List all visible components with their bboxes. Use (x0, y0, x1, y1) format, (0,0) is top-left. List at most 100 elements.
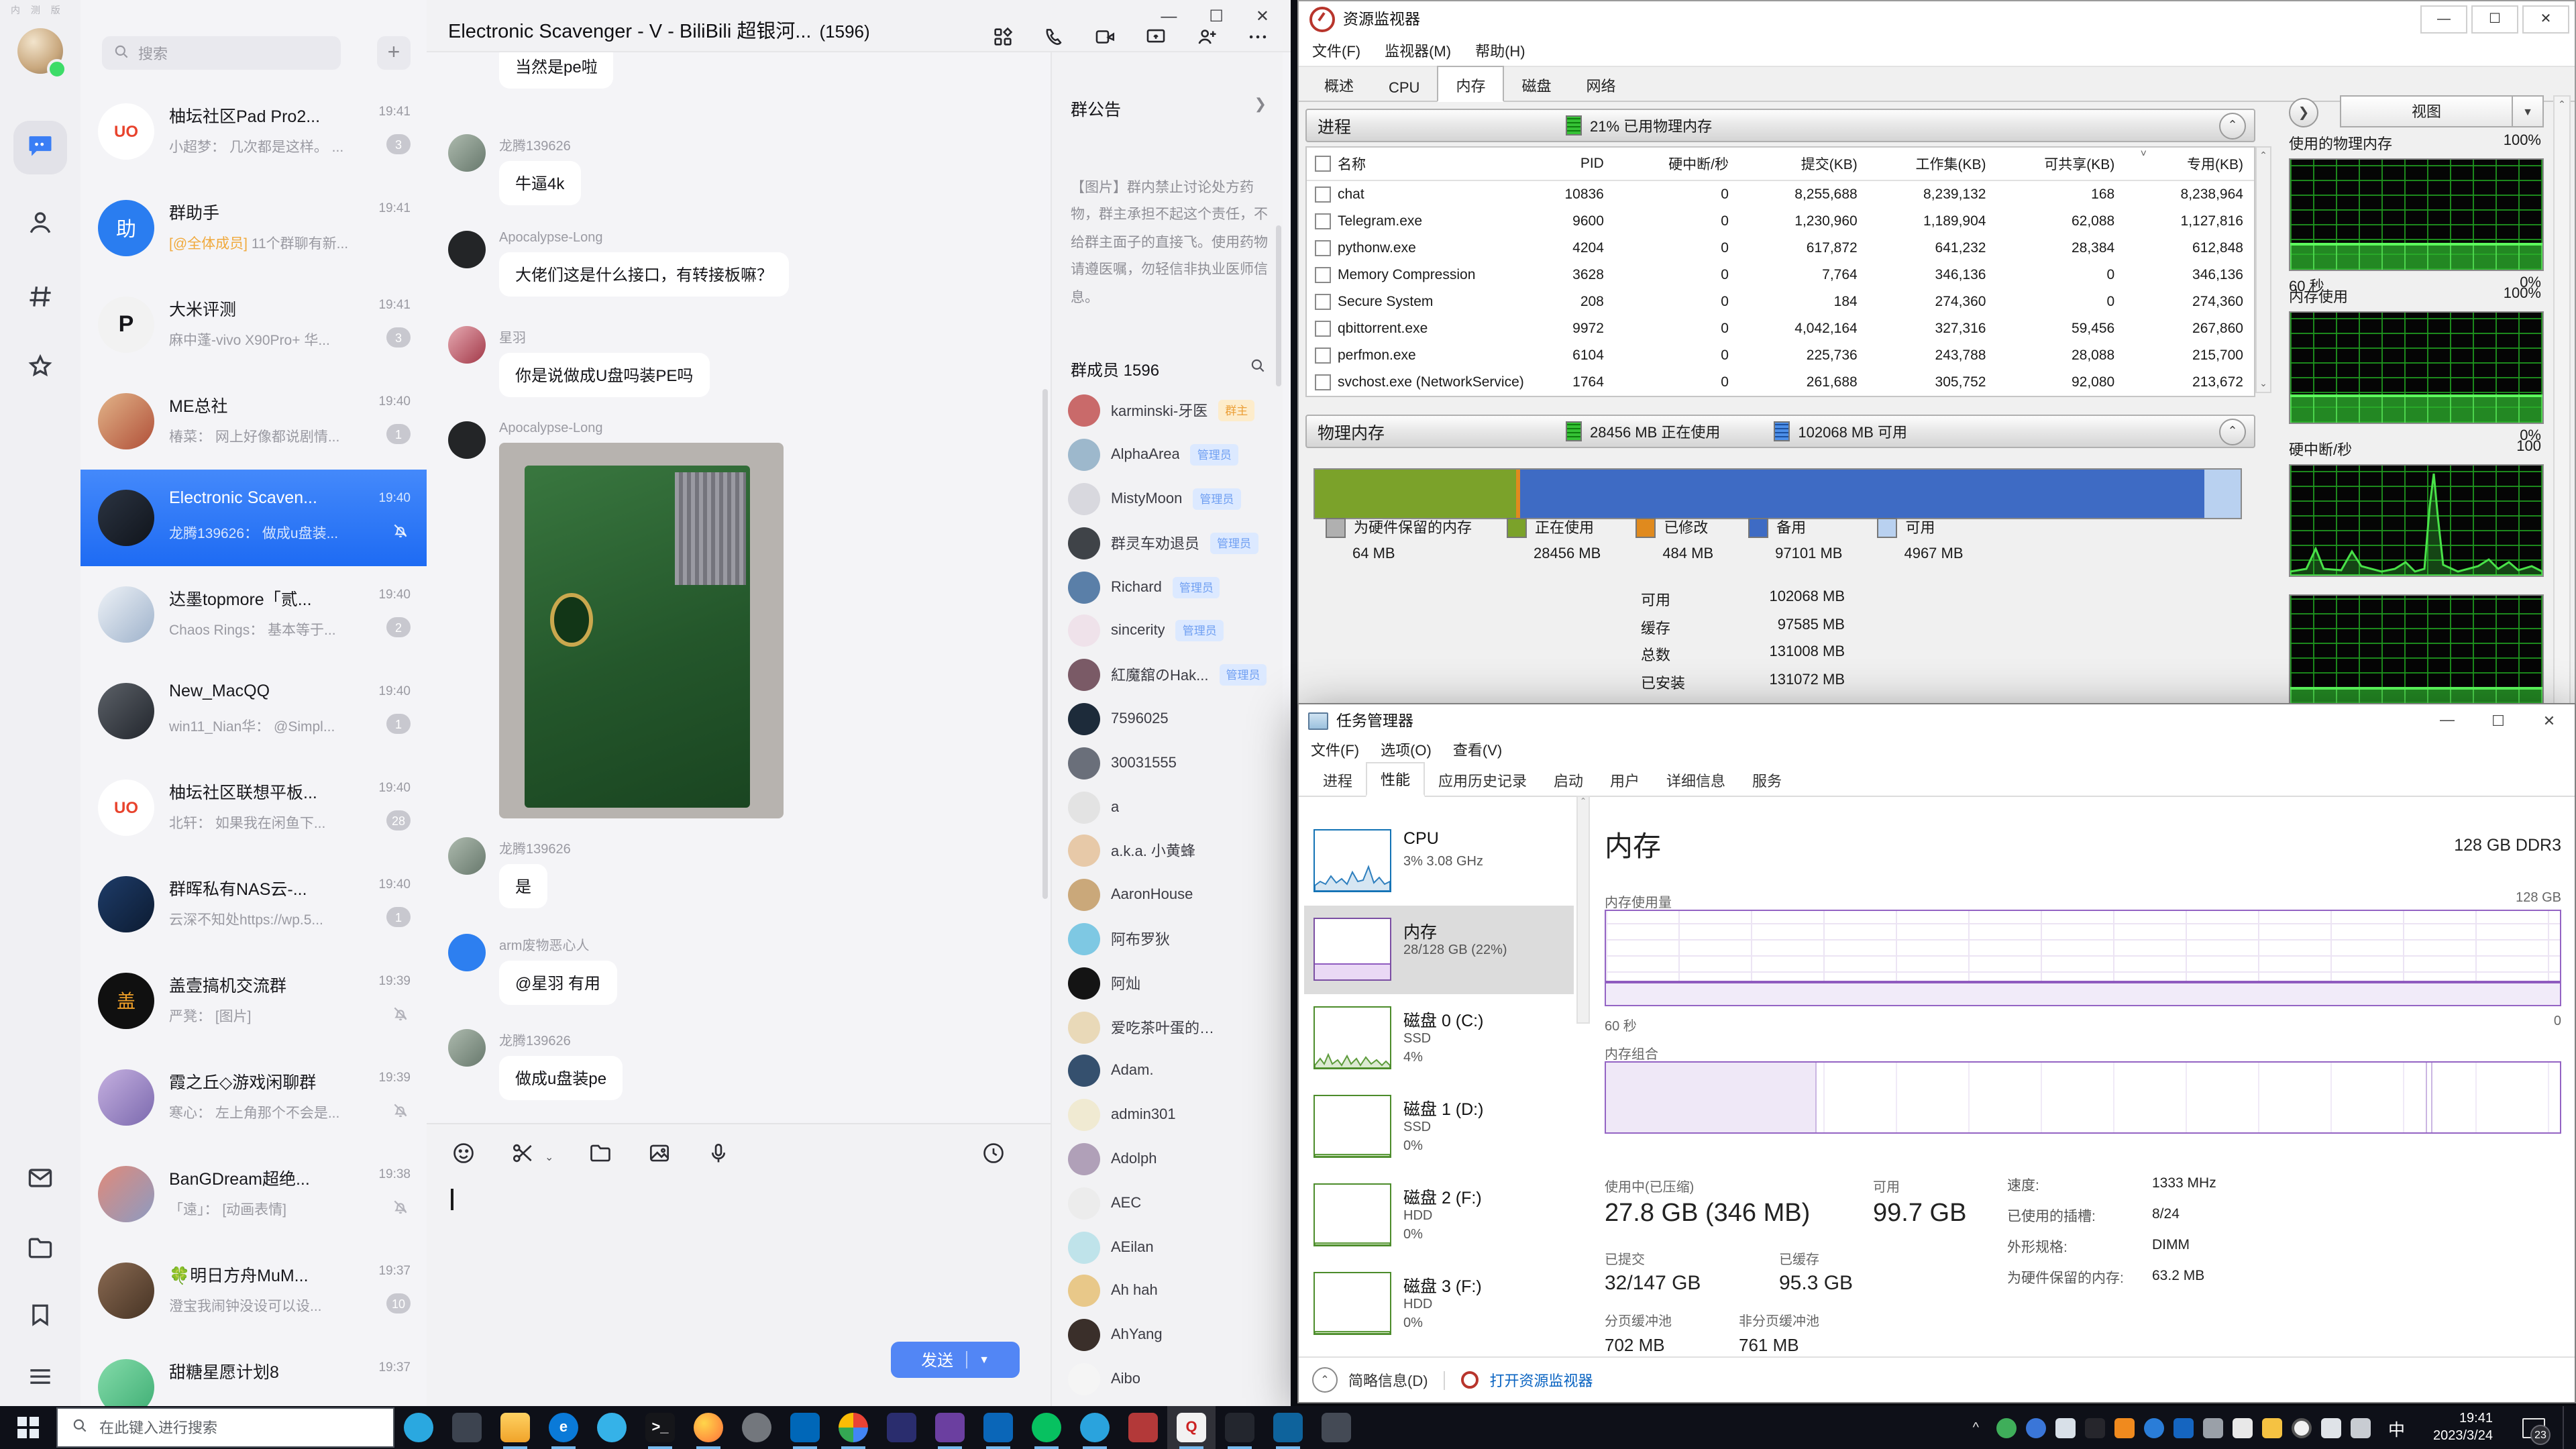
history-clock-icon[interactable] (981, 1140, 1006, 1173)
taskbar-app-button[interactable] (926, 1406, 974, 1449)
process-row[interactable]: svchost.exe (NetworkService) 1764 0 261,… (1307, 369, 2254, 396)
tray-icon[interactable] (2262, 1417, 2282, 1438)
start-button[interactable] (0, 1406, 56, 1449)
nav-collections-button[interactable] (13, 1291, 67, 1344)
scissors-dropdown-chevron[interactable]: ⌄ (545, 1150, 553, 1163)
menu-item[interactable]: 监视器(M) (1385, 40, 1451, 62)
member-row[interactable]: Richard 管理员 (1052, 565, 1283, 609)
pcb-photo[interactable] (499, 443, 784, 818)
checkbox[interactable] (1315, 213, 1331, 229)
taskmgr-tab[interactable]: 服务 (1739, 765, 1795, 796)
search-input[interactable]: 搜索 (102, 36, 341, 70)
show-desktop-button[interactable] (2563, 1406, 2571, 1449)
tray-icon[interactable] (2351, 1417, 2371, 1438)
expand-panel-icon[interactable]: ❯ (2289, 98, 2318, 127)
taskbar-app-button[interactable] (1264, 1406, 1312, 1449)
conversation-item[interactable]: New_MacQQ 19:40 win11_Nian华： @Simpl... 1 (80, 663, 427, 759)
checkbox[interactable] (1315, 240, 1331, 256)
close-button[interactable]: ✕ (2522, 5, 2569, 33)
checkbox[interactable] (1315, 267, 1331, 283)
tray-icon[interactable] (1996, 1417, 2017, 1438)
add-chat-button[interactable]: + (377, 36, 411, 70)
tray-icon[interactable] (2026, 1417, 2046, 1438)
checkbox[interactable] (1315, 186, 1331, 203)
member-row[interactable]: 阿布罗狄 (1052, 917, 1283, 961)
avatar[interactable] (448, 326, 486, 364)
message-bubble[interactable]: 做成u盘装pe (499, 1056, 623, 1100)
ime-indicator[interactable]: 中 (2383, 1415, 2410, 1440)
process-section-header[interactable]: 进程 21% 已用物理内存 ⌃ (1305, 109, 2255, 142)
member-row[interactable]: sincerity 管理员 (1052, 609, 1283, 653)
conversation-item[interactable]: Electronic Scaven... 19:40 龙腾139626： 做成u… (80, 470, 427, 566)
video-call-icon[interactable] (1093, 25, 1116, 55)
menu-item[interactable]: 帮助(H) (1475, 40, 1525, 62)
checkbox[interactable] (1315, 321, 1331, 337)
taskbar-app-button[interactable] (684, 1406, 733, 1449)
conversation-item[interactable]: 助 群助手 19:41 [@全体成员] 11个群聊有新... (80, 180, 427, 276)
tray-icon[interactable] (2174, 1417, 2194, 1438)
nav-contacts-button[interactable] (13, 199, 67, 252)
tray-icon[interactable] (2233, 1417, 2253, 1438)
screen-share-icon[interactable] (1144, 25, 1167, 55)
member-row[interactable]: a (1052, 785, 1283, 829)
taskmgr-tab[interactable]: 性能 (1366, 762, 1425, 797)
sidebar-item-disk2[interactable]: 磁盘 2 (F:) HDD 0% (1304, 1171, 1574, 1260)
avatar[interactable] (448, 934, 486, 971)
column-working-set[interactable]: 工作集(KB) (1868, 154, 1997, 174)
taskmgr-tab[interactable]: 进程 (1309, 765, 1366, 796)
message-bubble[interactable]: 当然是pe啦 (499, 51, 614, 89)
collapse-circle-icon[interactable]: ⌃ (1312, 1367, 1338, 1393)
member-row[interactable]: Adam. (1052, 1049, 1283, 1093)
message-bubble[interactable]: 大佬们这是什么接口，有转接板嘛？ (499, 252, 789, 297)
process-row[interactable]: perfmon.exe 6104 0 225,736 243,788 28,08… (1307, 342, 2254, 369)
column-hard-interrupts[interactable]: 硬中断/秒 (1615, 154, 1739, 174)
process-row[interactable]: Secure System 208 0 184 274,360 0 274,36… (1307, 288, 2254, 315)
taskbar-app-button[interactable] (829, 1406, 877, 1449)
member-row[interactable]: AhYang (1052, 1313, 1283, 1357)
process-row[interactable]: qbittorrent.exe 9972 0 4,042,164 327,316… (1307, 315, 2254, 342)
close-button[interactable]: ✕ (1256, 7, 1269, 25)
physical-memory-section-header[interactable]: 物理内存 28456 MB 正在使用 102068 MB 可用 ⌃ (1305, 415, 2255, 448)
conversation-item[interactable]: 盖 盖壹搞机交流群 19:39 严凳： [图片] (80, 953, 427, 1049)
sidebar-scrollbar[interactable]: ⌃ (1576, 796, 1590, 1024)
nav-mail-button[interactable] (13, 1154, 67, 1208)
resmon-tab[interactable]: 概述 (1307, 70, 1371, 101)
conversation-item[interactable]: 🍀明日方舟MuM... 19:37 澄宝我闹钟没设可以设... 10 (80, 1242, 427, 1339)
minimize-button[interactable]: — (1161, 7, 1177, 25)
taskbar-app-button[interactable] (1022, 1406, 1071, 1449)
taskbar-clock[interactable]: 19:41 2023/3/24 (2422, 1409, 2504, 1446)
member-search-icon[interactable] (1249, 357, 1267, 381)
send-button[interactable]: 发送 ▼ (891, 1342, 1020, 1378)
conversation-item[interactable]: 霞之丘◇游戏闲聊群 19:39 寒心： 左上角那个不会是... (80, 1049, 427, 1146)
column-private[interactable]: ˅专用(KB) (2125, 154, 2254, 174)
sidebar-item-disk0[interactable]: 磁盘 0 (C:) SSD 4% (1304, 994, 1574, 1083)
taskbar-app-button[interactable] (877, 1406, 926, 1449)
taskbar-app-button[interactable] (781, 1406, 829, 1449)
more-icon[interactable] (1246, 25, 1269, 55)
member-row[interactable]: AEilan (1052, 1225, 1283, 1269)
tray-icon[interactable] (2055, 1417, 2076, 1438)
summary-view-toggle[interactable]: 简略信息(D) (1348, 1369, 1428, 1391)
taskbar-app-button[interactable] (1216, 1406, 1264, 1449)
member-row[interactable]: AaronHouse (1052, 873, 1283, 918)
column-pid[interactable]: PID (1543, 156, 1615, 172)
nav-channels-button[interactable] (13, 272, 67, 326)
group-apps-icon[interactable] (991, 25, 1014, 55)
member-row[interactable]: 爱吃茶叶蛋的茶猫 (1052, 1005, 1283, 1049)
taskmgr-tab[interactable]: 启动 (1540, 765, 1597, 796)
avatar[interactable] (448, 837, 486, 875)
sidebar-item-cpu[interactable]: CPU 3% 3.08 GHz (1304, 817, 1574, 906)
sidebar-item-disk1[interactable]: 磁盘 1 (D:) SSD 0% (1304, 1083, 1574, 1171)
taskbar-search-input[interactable]: 在此键入进行搜索 (56, 1407, 394, 1448)
taskbar-app-button[interactable] (491, 1406, 539, 1449)
member-row[interactable]: Adolph (1052, 1137, 1283, 1181)
checkbox[interactable] (1315, 294, 1331, 310)
avatar[interactable] (448, 1029, 486, 1067)
process-table-scrollbar[interactable]: ⌃⌄ (2255, 146, 2271, 393)
taskbar-app-button[interactable] (394, 1406, 443, 1449)
minimize-button[interactable]: — (2422, 704, 2473, 737)
taskbar-app-button[interactable] (443, 1406, 491, 1449)
tray-expand-chevron[interactable]: ^ (1968, 1420, 1984, 1435)
sidebar-item-disk3[interactable]: 磁盘 3 (F:) HDD 0% (1304, 1260, 1574, 1348)
member-row[interactable]: Aibo (1052, 1357, 1283, 1401)
